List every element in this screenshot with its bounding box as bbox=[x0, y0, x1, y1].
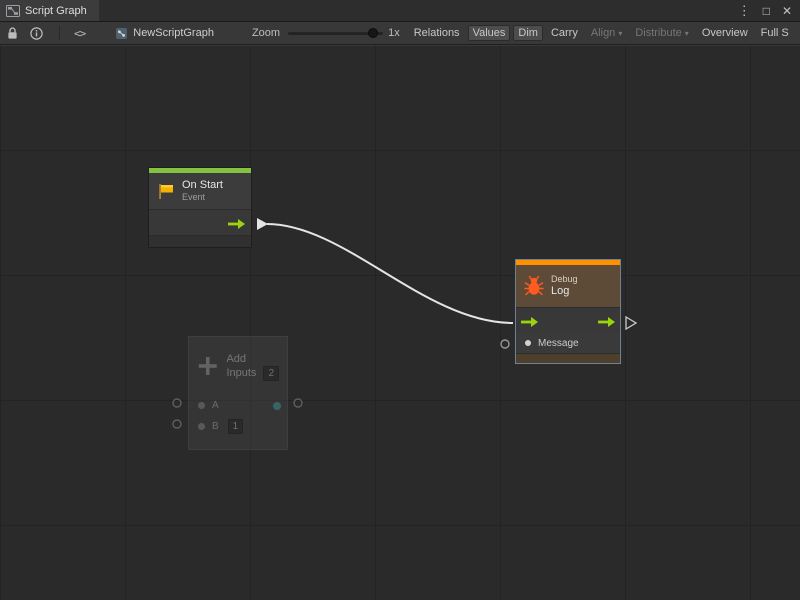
inputs-count-field[interactable]: 2 bbox=[263, 366, 279, 381]
overview-button[interactable]: Overview bbox=[697, 25, 753, 41]
tab-title: Script Graph bbox=[25, 5, 87, 17]
zoom-label: Zoom bbox=[252, 27, 280, 39]
zoom-value: 1x bbox=[388, 27, 400, 39]
maximize-icon[interactable]: □ bbox=[763, 5, 770, 17]
debug-log-footer bbox=[516, 353, 620, 363]
menu-icon[interactable]: ⋮ bbox=[738, 4, 751, 17]
close-icon[interactable]: ✕ bbox=[782, 5, 792, 17]
graph-asset-icon bbox=[115, 27, 128, 40]
dim-button[interactable]: Dim bbox=[513, 25, 543, 41]
input-b-value-field[interactable]: 1 bbox=[228, 419, 244, 434]
onstart-output-arrow-port[interactable] bbox=[257, 218, 268, 230]
align-dropdown[interactable]: Align▾ bbox=[586, 25, 627, 41]
graph-canvas[interactable]: On Start Event bbox=[0, 46, 800, 600]
window-controls: ⋮ □ ✕ bbox=[738, 0, 800, 21]
trigger-input-port[interactable] bbox=[521, 315, 538, 333]
info-icon[interactable] bbox=[27, 23, 45, 43]
chevron-down-icon: ▾ bbox=[685, 29, 689, 38]
distribute-label: Distribute bbox=[635, 27, 681, 39]
toolbar-separator bbox=[59, 26, 60, 40]
ghost-output-outer-port bbox=[294, 399, 302, 407]
ghost-input-b-outer-port bbox=[173, 420, 181, 428]
node-on-start[interactable]: On Start Event bbox=[148, 167, 252, 248]
wire-onstart-to-log[interactable] bbox=[267, 224, 513, 323]
on-start-footer bbox=[149, 235, 251, 247]
flag-icon bbox=[157, 183, 175, 200]
graph-name: NewScriptGraph bbox=[133, 27, 214, 39]
input-a-row[interactable]: A bbox=[189, 395, 287, 416]
debug-log-category: Debug bbox=[551, 274, 578, 285]
lock-icon[interactable] bbox=[3, 23, 21, 43]
message-port-label: Message bbox=[538, 338, 579, 349]
connections-overlay bbox=[0, 46, 800, 600]
graph-breadcrumb[interactable]: NewScriptGraph bbox=[115, 27, 214, 40]
bug-icon bbox=[524, 275, 544, 297]
output-sum-port-dot[interactable] bbox=[273, 402, 281, 410]
node-add-ghost[interactable]: Add Inputs 2 A B 1 bbox=[188, 336, 288, 450]
input-a-label: A bbox=[212, 400, 219, 411]
log-message-outer-port[interactable] bbox=[501, 340, 509, 348]
window-titlebar: Script Graph ⋮ □ ✕ bbox=[0, 0, 800, 22]
on-start-header: On Start Event bbox=[149, 173, 251, 209]
toolbar-buttons: Relations Values Dim Carry Align▾ Distri… bbox=[409, 25, 794, 41]
ghost-input-a-outer-port bbox=[173, 399, 181, 407]
input-a-port-dot[interactable] bbox=[198, 402, 205, 409]
node-debug-log[interactable]: Debug Log bbox=[515, 259, 621, 364]
input-b-port-dot[interactable] bbox=[198, 423, 205, 430]
carry-button[interactable]: Carry bbox=[546, 25, 583, 41]
values-button[interactable]: Values bbox=[468, 25, 511, 41]
plus-icon bbox=[197, 354, 218, 378]
message-port-dot[interactable] bbox=[525, 340, 531, 346]
distribute-dropdown[interactable]: Distribute ▾ bbox=[630, 25, 693, 41]
script-graph-window-icon bbox=[6, 5, 20, 17]
add-ghost-subtitle: Inputs bbox=[226, 366, 256, 380]
input-b-label: B bbox=[212, 421, 219, 432]
zoom-slider-knob[interactable] bbox=[368, 28, 378, 38]
zoom-slider[interactable] bbox=[288, 27, 383, 39]
add-ghost-header: Add Inputs 2 bbox=[189, 337, 287, 395]
debug-log-port-row bbox=[516, 307, 620, 333]
chevron-down-icon: ▾ bbox=[618, 29, 622, 38]
message-port-row[interactable]: Message bbox=[516, 333, 620, 353]
debug-log-header: Debug Log bbox=[516, 265, 620, 307]
log-exit-arrow-port[interactable] bbox=[626, 317, 636, 329]
debug-log-title: Log bbox=[551, 285, 578, 298]
add-ghost-title: Add bbox=[226, 352, 279, 366]
graph-toolbar: <> NewScriptGraph Zoom 1x Relations Valu… bbox=[0, 22, 800, 45]
relations-button[interactable]: Relations bbox=[409, 25, 465, 41]
fullscreen-button[interactable]: Full S bbox=[756, 25, 794, 41]
on-start-port-row bbox=[149, 209, 251, 235]
on-start-title: On Start bbox=[182, 179, 223, 192]
align-label: Align bbox=[591, 27, 615, 39]
trigger-output-port[interactable] bbox=[598, 315, 615, 333]
input-b-row[interactable]: B 1 bbox=[189, 416, 287, 437]
tab-script-graph[interactable]: Script Graph bbox=[0, 0, 99, 21]
trigger-output-port[interactable] bbox=[228, 217, 245, 235]
on-start-subtitle: Event bbox=[182, 192, 223, 203]
add-ghost-footer bbox=[189, 437, 287, 449]
code-view-icon[interactable]: <> bbox=[74, 23, 85, 43]
script-graph-window: Script Graph ⋮ □ ✕ <> bbox=[0, 0, 800, 600]
